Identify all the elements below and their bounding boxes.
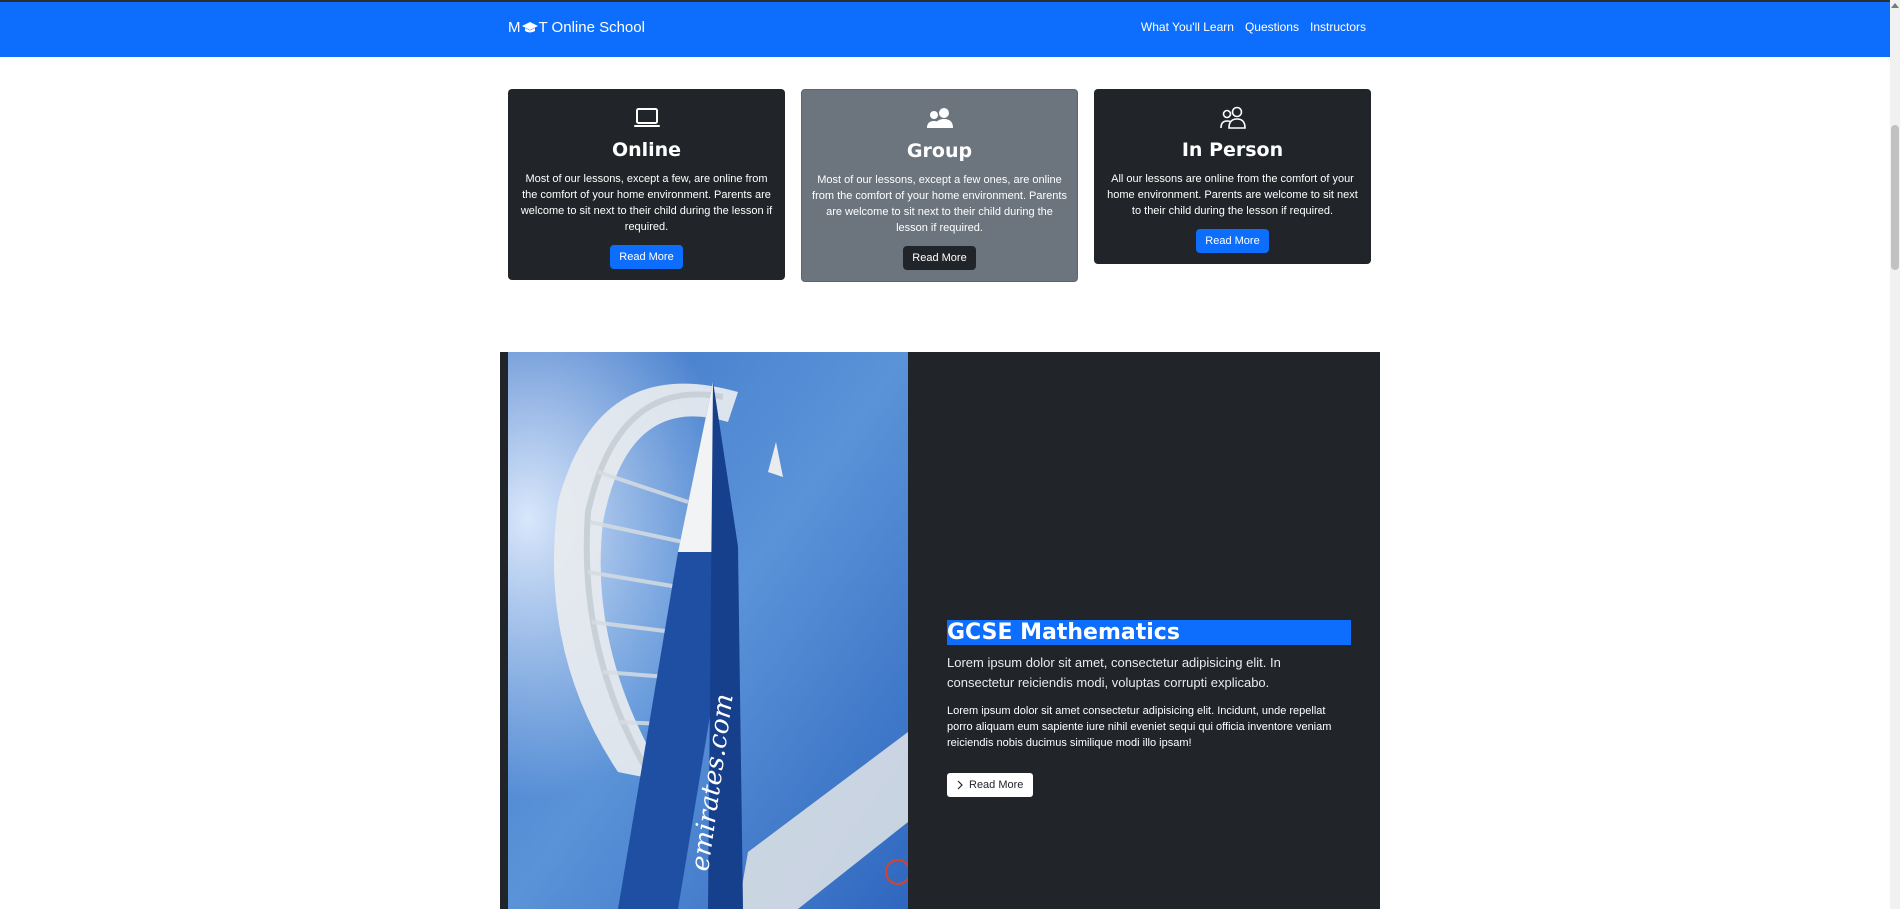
feature-text: GCSE Mathematics Lorem ipsum dolor sit a… [947,620,1351,797]
laptop-icon [633,108,660,127]
feature-title: GCSE Mathematics [947,620,1351,645]
card-text: Most of our lessons, except a few, are o… [520,173,773,233]
card-text: Most of our lessons, except a few ones, … [812,174,1067,234]
card-in-person: In Person All our lessons are online fro… [1094,89,1371,264]
spinnaker-tower-photo: emirates.com [508,352,908,909]
scroll-up-arrow-icon[interactable] [1891,3,1899,8]
nav-link-what-youll-learn[interactable]: What You'll Learn [1141,20,1234,34]
read-more-button[interactable]: Read More [903,246,976,270]
card-title: Online [611,139,682,161]
scrollbar-thumb[interactable] [1891,125,1899,270]
feature-read-more-button[interactable]: Read More [947,773,1034,797]
feature-section-gcse-maths: emirates.com GCSE Mathematics Lorem ipsu… [500,352,1380,909]
feature-body: Lorem ipsum dolor sit amet consectetur a… [947,705,1332,749]
nav-link-questions[interactable]: Questions [1245,20,1299,34]
brand-text: T Online School [538,19,645,36]
graduation-cap-icon [521,21,538,32]
read-more-button[interactable]: Read More [610,245,683,269]
nav-link-instructors[interactable]: Instructors [1310,20,1366,34]
card-online: Online Most of our lessons, except a few… [508,89,785,280]
feature-read-more-label: Read More [969,779,1024,791]
brand-logo[interactable]: M T Online School [508,19,645,36]
card-text: All our lessons are online from the comf… [1107,173,1358,217]
card-group: Group Most of our lessons, except a few … [801,89,1078,282]
card-title: Group [906,140,973,162]
feature-lead: Lorem ipsum dolor sit amet, consectetur … [947,655,1281,690]
navbar: M T Online School What You'll Learn Ques… [0,2,1890,57]
people-outline-icon [1219,106,1246,129]
nav-links: What You'll Learn Questions Instructors [1141,20,1366,34]
chevron-right-icon [957,780,963,790]
page-scrollbar[interactable] [1890,0,1900,909]
read-more-button[interactable]: Read More [1196,229,1269,253]
people-fill-icon [926,108,953,128]
brand-prefix: M [508,19,521,36]
card-title: In Person [1181,139,1284,161]
